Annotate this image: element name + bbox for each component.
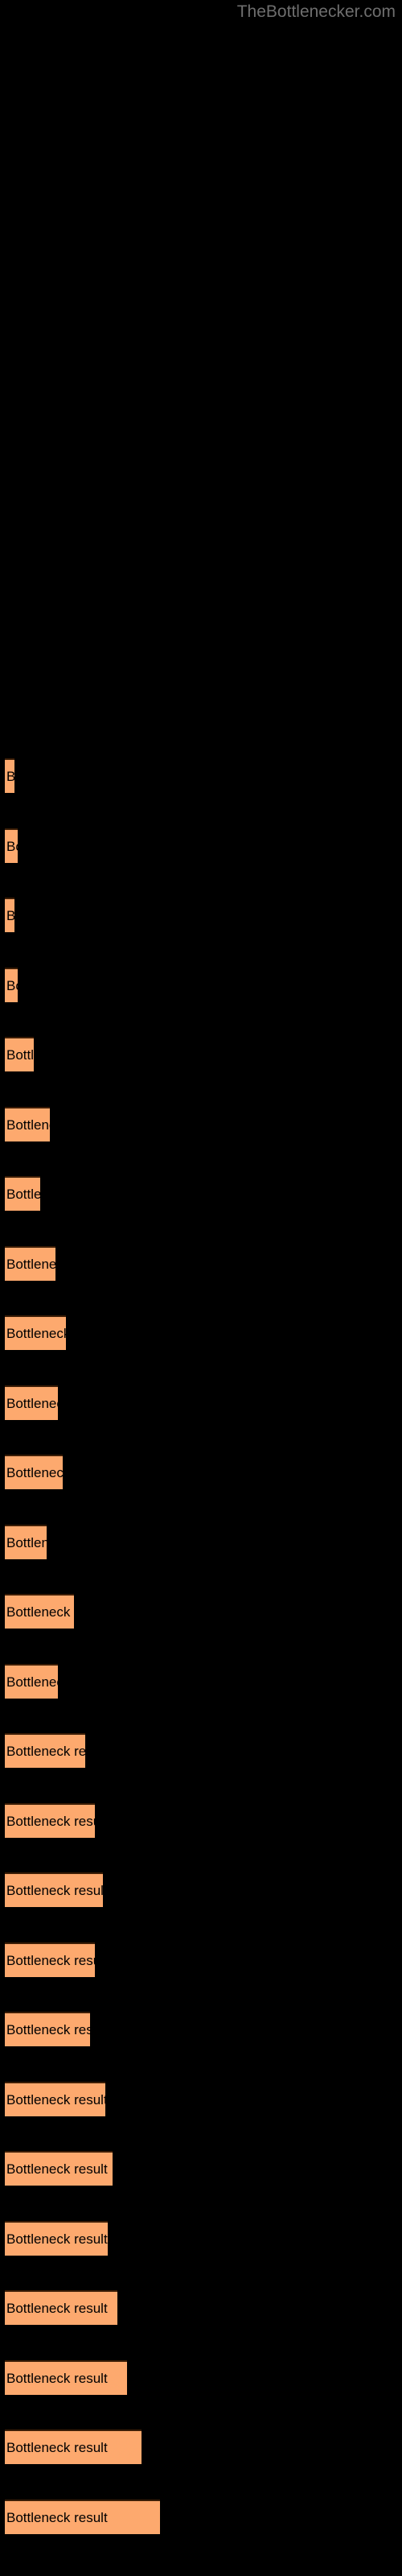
bar-chart-plot-area: Bottleneck result Bottleneck result Bottle… (0, 0, 402, 2576)
bottleneck-chart-page: TheBottlenecker.com Bottleneck resultBot… (0, 0, 402, 2576)
bar-label: Bottleneck result (6, 1117, 50, 1133)
bar-row: Bottleneck result (0, 1455, 402, 1489)
bar-row: Bottleneck result (0, 1664, 402, 1699)
bar[interactable]: Bottleneck result (5, 758, 14, 793)
bar[interactable]: Bottleneck result (5, 1246, 55, 1281)
bar-row: Bottleneck result (0, 828, 402, 863)
bar-row: Bottleneck result (0, 1733, 402, 1768)
bar[interactable]: Bottleneck result (5, 1037, 34, 1071)
bar[interactable]: Bottleneck result (5, 1803, 95, 1838)
bar-label: Bottleneck result (6, 2161, 108, 2177)
bar[interactable]: Bottleneck result (5, 1872, 103, 1907)
bar[interactable]: Bottleneck result (5, 898, 14, 932)
bar-label: Bottleneck result (6, 1256, 55, 1272)
bar-label: Bottleneck result (6, 2091, 105, 2107)
bar[interactable]: Bottleneck result (5, 1455, 63, 1489)
bar-row: Bottleneck result (0, 758, 402, 793)
bar-label: Bottleneck result (6, 1325, 66, 1341)
bar-row: Bottleneck result (0, 968, 402, 1002)
bar-label: Bottleneck result (6, 1046, 34, 1063)
bar-label: Bottleneck result (6, 2439, 108, 2455)
bar[interactable]: Bottleneck result (5, 2012, 90, 2046)
bar-row: Bottleneck result (0, 1942, 402, 1977)
bar-label: Bottleneck result (6, 977, 18, 993)
bar-label: Bottleneck result (6, 1604, 74, 1620)
bar-label: Bottleneck result (6, 1743, 85, 1759)
bar-row: Bottleneck result (0, 1107, 402, 1141)
bar-row: Bottleneck result (0, 1594, 402, 1629)
bar-label: Bottleneck result (6, 838, 18, 854)
bar-row: Bottleneck result (0, 2151, 402, 2186)
bar-label: Bottleneck result (6, 1952, 95, 1968)
bar-label: Bottleneck result (6, 1534, 47, 1550)
bar-row: Bottleneck result (0, 1315, 402, 1350)
bar-row: Bottleneck result (0, 1872, 402, 1907)
bar[interactable]: Bottleneck result (5, 2360, 127, 2395)
bar-row: Bottleneck result (0, 1246, 402, 1281)
bar[interactable]: Bottleneck result (5, 2151, 113, 2186)
bar-row: Bottleneck result (0, 2429, 402, 2464)
bar-row: Bottleneck result (0, 1037, 402, 1071)
bar-label: Bottleneck result (6, 1674, 58, 1690)
bar[interactable]: Bottleneck result (5, 1107, 50, 1141)
bar-label: Bottleneck result (6, 2370, 108, 2386)
bar-label: Bottleneck result (6, 1464, 63, 1480)
bar-row: Bottleneck result (0, 2012, 402, 2046)
bar[interactable]: Bottleneck result (5, 1594, 74, 1629)
bar[interactable]: Bottleneck result (5, 2221, 108, 2256)
bar-label: Bottleneck result (6, 2509, 108, 2525)
bar[interactable]: Bottleneck result (5, 1315, 66, 1350)
bar[interactable]: Bottleneck result (5, 1525, 47, 1559)
bar[interactable]: Bottleneck result (5, 2082, 105, 2116)
bar-row: Bottleneck result (0, 898, 402, 932)
bar[interactable]: Bottleneck result (5, 1942, 95, 1977)
bar-label: Bottleneck result (6, 1813, 95, 1829)
bar-row: Bottleneck result (0, 2360, 402, 2395)
bar-row: Bottleneck result (0, 2500, 402, 2534)
bar-label: Bottleneck result (6, 2231, 108, 2247)
bar[interactable]: Bottleneck result (5, 828, 18, 863)
bar[interactable]: Bottleneck result (5, 1733, 85, 1768)
bar-label: Bottleneck result (6, 769, 14, 785)
bar[interactable]: Bottleneck result (5, 2500, 160, 2534)
bar[interactable]: Bottleneck result (5, 968, 18, 1002)
bar[interactable]: Bottleneck result (5, 2429, 142, 2464)
bar-label: Bottleneck result (6, 2300, 108, 2316)
bar-row: Bottleneck result (0, 2221, 402, 2256)
bar-row: Bottleneck result (0, 1525, 402, 1559)
bar-row: Bottleneck result (0, 1385, 402, 1420)
bar-label: Bottleneck result (6, 1395, 58, 1411)
bar-row: Bottleneck result (0, 2290, 402, 2325)
bar-row: Bottleneck result (0, 1803, 402, 1838)
bar-label: Bottleneck result (6, 908, 14, 924)
bar[interactable]: Bottleneck result (5, 1176, 40, 1211)
bar-label: Bottleneck result (6, 2021, 90, 2037)
bar[interactable]: Bottleneck result (5, 1385, 58, 1420)
bar-row: Bottleneck result (0, 2082, 402, 2116)
bar-label: Bottleneck result (6, 1186, 40, 1202)
bar[interactable]: Bottleneck result (5, 1664, 58, 1699)
bar-row: Bottleneck result (0, 1176, 402, 1211)
bar[interactable]: Bottleneck result (5, 2290, 117, 2325)
bar-label: Bottleneck result (6, 1882, 103, 1898)
